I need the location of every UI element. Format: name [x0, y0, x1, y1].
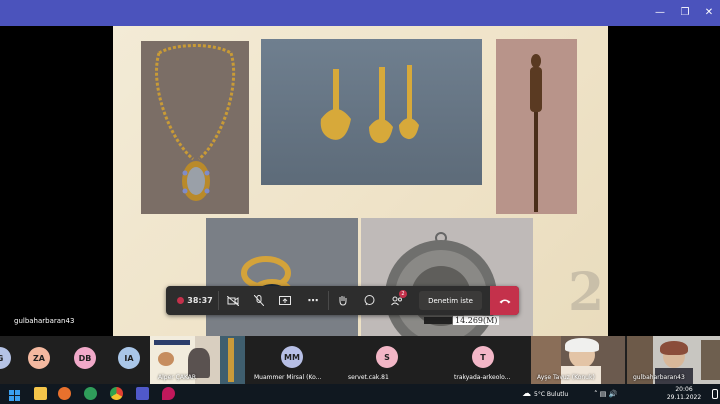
weather-text: 5°C Bulutlu	[534, 390, 569, 398]
coin-caption: 14.269(M)	[453, 316, 500, 325]
notifications-icon[interactable]	[712, 389, 718, 399]
participant-name: Alper ÇAKAR	[158, 374, 197, 381]
participant-tile[interactable]: S servet.cak.81	[344, 336, 432, 384]
avatar: MM	[281, 346, 303, 368]
recording-icon	[172, 286, 188, 315]
participant-tile[interactable]: DB	[72, 336, 102, 384]
participant-tile[interactable]: MM Muammer Mirsal (Ko...	[250, 336, 338, 384]
slide-page-number: 2	[568, 262, 605, 323]
weather-widget[interactable]: ☁ 5°C Bulutlu	[522, 384, 592, 404]
minimize-icon[interactable]: —	[648, 0, 672, 26]
participant-name: Ayşe Tavuz (Konuk)	[537, 374, 595, 381]
avatar: IA	[118, 347, 140, 369]
avatar: T	[472, 346, 494, 368]
app-icon[interactable]	[84, 387, 97, 400]
volume-icon: 🔊	[608, 390, 618, 398]
participants-badge: 2	[399, 290, 407, 298]
network-icon: ▤	[599, 390, 607, 398]
restore-icon[interactable]: ❐	[673, 0, 697, 26]
clock-date: 29.11.2022	[666, 394, 702, 401]
self-video-tile[interactable]: gulbaharbaran43	[627, 336, 720, 384]
clock-time: 20:06	[675, 386, 693, 393]
participant-tile[interactable]: ZA	[26, 336, 56, 384]
participants-strip: G ZA DB IA Alper ÇAKAR MM Muammer Mirsal…	[0, 336, 720, 384]
avatar: G	[0, 347, 11, 369]
share-screen-icon[interactable]	[274, 286, 296, 315]
more-options-icon[interactable]: ⋯	[302, 286, 324, 315]
call-controls-bar: 38:37 ⋯ 2 Denetim iste	[166, 286, 519, 315]
participant-name: Muammer Mirsal (Ko...	[254, 374, 322, 381]
participant-name: trakyada-arkeolo...	[454, 374, 511, 381]
participant-name: servet.cak.81	[348, 374, 389, 381]
title-bar: — ❐ ✕	[0, 0, 720, 26]
gold-ornaments-photo	[261, 39, 482, 185]
cloud-icon: ☁	[522, 389, 531, 399]
participant-tile[interactable]: T trakyada-arkeolo...	[438, 336, 526, 384]
avatar: ZA	[28, 347, 50, 369]
file-explorer-icon[interactable]	[34, 387, 47, 400]
participant-video-tile[interactable]: Ayşe Tavuz (Konuk)	[531, 336, 625, 384]
firefox-icon[interactable]	[58, 387, 71, 400]
app-icon-2[interactable]	[162, 387, 175, 400]
camera-off-icon[interactable]	[222, 286, 244, 315]
close-icon[interactable]: ✕	[697, 0, 720, 26]
museum-tag	[424, 317, 452, 324]
chevron-up-icon: ˄	[594, 390, 598, 398]
participant-video-tile[interactable]: Alper ÇAKAR	[150, 336, 245, 384]
raise-hand-icon[interactable]	[332, 286, 354, 315]
gold-ring-photo	[206, 218, 358, 336]
request-control-button[interactable]: Denetim iste	[419, 291, 482, 310]
participant-tile[interactable]: G	[0, 336, 18, 384]
participant-name: gulbaharbaran43	[633, 374, 685, 381]
teams-meeting-window: — ❐ ✕ 14.269(M) 2 gulbaharbaran43 38:37 …	[0, 0, 720, 404]
avatar: S	[376, 346, 398, 368]
system-tray-icons[interactable]: ˄ ▤ 🔊	[594, 384, 634, 404]
chat-icon[interactable]	[358, 286, 380, 315]
mic-muted-icon[interactable]	[248, 286, 270, 315]
shared-content-stage: 14.269(M) 2 gulbaharbaran43 38:37 ⋯ 2 De…	[0, 26, 720, 336]
windows-start-icon[interactable]	[8, 387, 21, 401]
hang-up-button[interactable]	[490, 286, 519, 315]
participant-tile[interactable]: IA	[116, 336, 146, 384]
gold-necklace-photo	[141, 41, 249, 214]
chrome-icon[interactable]	[110, 387, 123, 400]
clock[interactable]: 20:06 29.11.2022	[660, 384, 708, 404]
windows-taskbar: ☁ 5°C Bulutlu ˄ ▤ 🔊 20:06 29.11.2022	[0, 384, 720, 404]
avatar: DB	[74, 347, 96, 369]
teams-icon[interactable]	[136, 387, 149, 400]
call-timer: 38:37	[187, 296, 213, 305]
self-view-name: gulbaharbaran43	[14, 317, 75, 325]
wooden-figure-stick-photo	[496, 39, 577, 214]
